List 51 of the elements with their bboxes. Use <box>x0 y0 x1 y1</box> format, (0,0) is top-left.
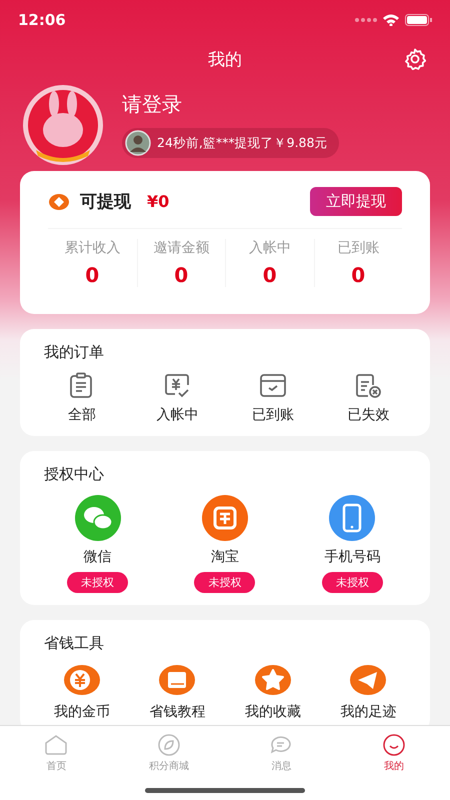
clipboard-x-icon <box>354 372 382 400</box>
auth-label: 手机号码 <box>324 548 380 566</box>
order-filter[interactable]: 入帐中 <box>130 372 225 424</box>
settings-icon[interactable] <box>404 48 426 70</box>
tab-item[interactable]: 我的 <box>338 732 450 774</box>
stat-label: 已到账 <box>337 239 380 257</box>
wifi-icon <box>383 14 399 26</box>
auth-status: 未授权 <box>194 572 256 593</box>
smile-icon <box>382 733 406 757</box>
coin-icon <box>62 663 101 697</box>
stat-value: 0 <box>85 263 100 287</box>
tablet-icon[interactable] <box>328 494 376 542</box>
page-title: 我的 <box>208 48 242 70</box>
login-link[interactable]: 请登录 <box>122 91 340 118</box>
order-filter[interactable]: 已到账 <box>225 372 320 424</box>
withdrawable-amount: ¥0 <box>147 192 170 211</box>
tool-item[interactable]: 省钱教程 <box>130 663 225 721</box>
stat-label: 邀请金额 <box>153 239 210 257</box>
yen-check-icon <box>163 372 192 400</box>
book-icon <box>158 663 196 697</box>
tool-item[interactable]: 我的金币 <box>34 663 130 721</box>
stat-value: 0 <box>262 263 277 287</box>
compass-icon <box>156 733 181 757</box>
status-time: 12:06 <box>18 11 66 29</box>
user-avatar <box>125 130 151 156</box>
withdrawable-label: 可提现 <box>80 191 131 213</box>
wallet-icon <box>48 192 70 210</box>
auth-status: 未授权 <box>322 572 383 593</box>
order-filter[interactable]: 全部 <box>34 372 130 424</box>
stat-value: 0 <box>351 263 366 287</box>
stat-value: 0 <box>174 263 188 287</box>
withdraw-button[interactable]: 立即提现 <box>310 187 402 216</box>
auth-label: 淘宝 <box>210 548 239 566</box>
chat-bubbles-icon[interactable] <box>74 494 122 542</box>
ticker-text: 24秒前,籃***提现了￥9.88元 <box>157 134 328 152</box>
stat-label: 累计收入 <box>64 239 120 257</box>
paper-plane-icon <box>349 663 388 697</box>
tool-item[interactable]: 我的收藏 <box>225 663 320 721</box>
section-title: 我的订单 <box>44 343 105 362</box>
home-icon <box>44 733 68 757</box>
square-logo-icon[interactable] <box>200 494 249 542</box>
auth-label: 微信 <box>84 548 112 566</box>
tool-item[interactable]: 我的足迹 <box>320 663 416 721</box>
stat-label: 入帐中 <box>248 239 291 257</box>
auth-status: 未授权 <box>67 572 128 593</box>
signal-icon <box>355 17 377 23</box>
section-title: 授权中心 <box>44 465 105 484</box>
card-check-icon <box>258 372 287 400</box>
battery-icon <box>405 14 432 26</box>
order-filter[interactable]: 已失效 <box>320 372 416 424</box>
section-title: 省钱工具 <box>44 634 105 653</box>
